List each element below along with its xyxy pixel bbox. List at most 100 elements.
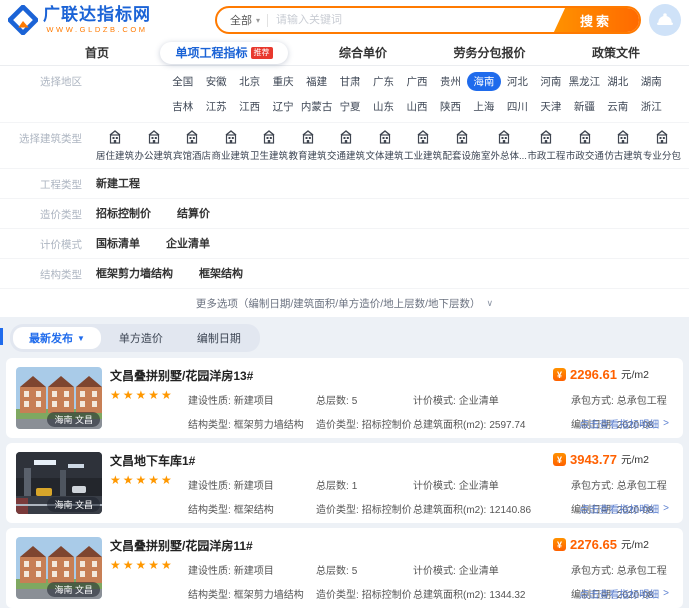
region-option[interactable]: 江西 (233, 97, 266, 116)
building-type-item[interactable]: 仿古建筑 (604, 129, 642, 162)
building-type-label: 文体建筑 (366, 148, 404, 162)
nav-tab-4[interactable]: 政策文件 (577, 42, 655, 64)
filter-option[interactable]: 框架结构 (199, 265, 243, 281)
field-value: 2597.74 (489, 420, 525, 431)
region-option[interactable]: 辽宁 (266, 97, 299, 116)
field-label: 承包方式: (571, 396, 614, 407)
building-icon (454, 129, 470, 145)
user-avatar[interactable] (649, 4, 681, 36)
card-body: 文昌地下车库1#★★★★★建设性质:新建项目总层数:1计价模式:企业清单承包方式… (110, 452, 673, 514)
building-type-item[interactable]: 卫生建筑 (250, 129, 288, 162)
building-type-item[interactable]: 商业建筑 (212, 129, 250, 162)
region-option[interactable]: 河北 (501, 72, 534, 91)
region-option[interactable]: 甘肃 (333, 72, 366, 91)
region-option[interactable]: 全国 (166, 72, 199, 91)
result-card: 海南 文昌文昌叠拼别墅/花园洋房13#★★★★★建设性质:新建项目总层数:5计价… (6, 358, 683, 438)
field-item: 建设性质:新建项目 (188, 562, 316, 577)
region-option[interactable]: 浙江 (635, 97, 668, 116)
site-logo[interactable]: 广联达指标网 www.gldzb.com (8, 5, 151, 35)
filter-options: 框架剪力墙结构 框架结构 (96, 265, 243, 281)
region-option-selected[interactable]: 海南 (467, 72, 500, 91)
filter-option[interactable]: 企业清单 (166, 235, 210, 251)
field-value: 5 (352, 396, 358, 407)
building-type-item[interactable]: 办公建筑 (135, 129, 173, 162)
unit-price: ¥3943.77元/m2 (553, 452, 649, 467)
region-option[interactable]: 贵州 (434, 72, 467, 91)
region-option[interactable]: 湖南 (635, 72, 668, 91)
region-option[interactable]: 河南 (534, 72, 567, 91)
search-button[interactable]: 搜索 (553, 6, 639, 34)
field-label: 总层数: (316, 396, 349, 407)
price-tag-icon: ¥ (553, 453, 566, 466)
nav-tab-0[interactable]: 首页 (70, 42, 124, 64)
building-type-item[interactable]: 市政交通 (566, 129, 604, 162)
project-thumbnail[interactable]: 海南 文昌 (16, 537, 102, 599)
result-card: 海南 文昌文昌地下车库1#★★★★★建设性质:新建项目总层数:1计价模式:企业清… (6, 443, 683, 523)
filter-option[interactable]: 结算价 (177, 205, 210, 221)
arrow-right-icon: > (663, 503, 669, 514)
building-type-item[interactable]: 工业建筑 (404, 129, 442, 162)
building-type-item[interactable]: 教育建筑 (289, 129, 327, 162)
sort-tab-label: 单方造价 (119, 330, 163, 346)
region-option[interactable]: 上海 (467, 97, 500, 116)
region-option[interactable]: 重庆 (266, 72, 299, 91)
helmet-icon (655, 10, 675, 30)
more-options-toggle[interactable]: 更多选项（编制日期/建筑面积/单方造价/地上层数/地下层数） ∨ (0, 289, 689, 317)
nav-tab-2[interactable]: 综合单价 (324, 42, 402, 64)
region-option[interactable]: 四川 (501, 97, 534, 116)
region-option[interactable]: 吉林 (166, 97, 199, 116)
sort-tab-1[interactable]: 单方造价 (103, 327, 179, 349)
nav-tab-3[interactable]: 劳务分包报价 (438, 42, 540, 64)
location-tag: 海南 文昌 (47, 412, 100, 427)
field-label: 结构类型: (188, 420, 231, 431)
region-option[interactable]: 安徽 (199, 72, 232, 91)
view-detail-link[interactable]: 点击查看指标明细> (579, 501, 669, 516)
building-type-item[interactable]: 专业分包 (643, 129, 681, 162)
sort-tab-0[interactable]: 最新发布▼ (13, 327, 101, 349)
project-thumbnail[interactable]: 海南 文昌 (16, 367, 102, 429)
filter-row-0: 工程类型新建工程 (0, 169, 689, 199)
building-type-item[interactable]: 文体建筑 (366, 129, 404, 162)
building-type-item[interactable]: 市政工程 (527, 129, 565, 162)
search-category-dropdown[interactable]: 全部 ▾ (217, 12, 267, 28)
view-detail-link[interactable]: 点击查看指标明细> (579, 416, 669, 431)
region-option[interactable]: 天津 (534, 97, 567, 116)
location-tag: 海南 文昌 (47, 582, 100, 597)
field-value: 框架剪力墙结构 (234, 420, 304, 431)
region-option[interactable]: 江苏 (199, 97, 232, 116)
field-label: 计价模式: (413, 481, 456, 492)
view-detail-link[interactable]: 点击查看指标明细> (579, 586, 669, 601)
building-type-item[interactable]: 居住建筑 (96, 129, 134, 162)
region-option[interactable]: 云南 (601, 97, 634, 116)
region-option[interactable]: 北京 (233, 72, 266, 91)
nav-tab-1[interactable]: 单项工程指标推荐 (160, 42, 287, 64)
region-option[interactable]: 山西 (400, 97, 433, 116)
filter-option[interactable]: 国标清单 (96, 235, 140, 251)
field-item: 承包方式:总承包工程 (571, 477, 673, 492)
region-option[interactable]: 陕西 (434, 97, 467, 116)
price-value: 3943.77 (570, 452, 617, 467)
sort-tab-2[interactable]: 编制日期 (181, 327, 257, 349)
filter-option[interactable]: 招标控制价 (96, 205, 151, 221)
region-option[interactable]: 福建 (300, 72, 333, 91)
building-type-item[interactable]: 室外总体... (481, 129, 527, 162)
nav-tab-label: 政策文件 (592, 44, 640, 61)
region-option[interactable]: 广西 (400, 72, 433, 91)
field-value: 企业清单 (459, 481, 499, 492)
region-option[interactable]: 湖北 (601, 72, 634, 91)
building-type-item[interactable]: 宾馆酒店 (173, 129, 211, 162)
filter-option[interactable]: 新建工程 (96, 175, 140, 191)
building-type-label: 商业建筑 (212, 148, 250, 162)
region-option[interactable]: 广东 (367, 72, 400, 91)
region-option[interactable]: 内蒙古 (300, 97, 333, 116)
search-input[interactable] (268, 14, 553, 26)
region-option[interactable]: 宁夏 (333, 97, 366, 116)
building-type-item[interactable]: 配套设施 (443, 129, 481, 162)
region-option[interactable]: 新疆 (568, 97, 601, 116)
project-thumbnail[interactable]: 海南 文昌 (16, 452, 102, 514)
region-option[interactable]: 黑龙江 (568, 72, 601, 91)
region-option[interactable]: 山东 (367, 97, 400, 116)
filter-option[interactable]: 框架剪力墙结构 (96, 265, 173, 281)
building-type-item[interactable]: 交通建筑 (327, 129, 365, 162)
more-options-label: 更多选项（编制日期/建筑面积/单方造价/地上层数/地下层数） (196, 296, 481, 311)
